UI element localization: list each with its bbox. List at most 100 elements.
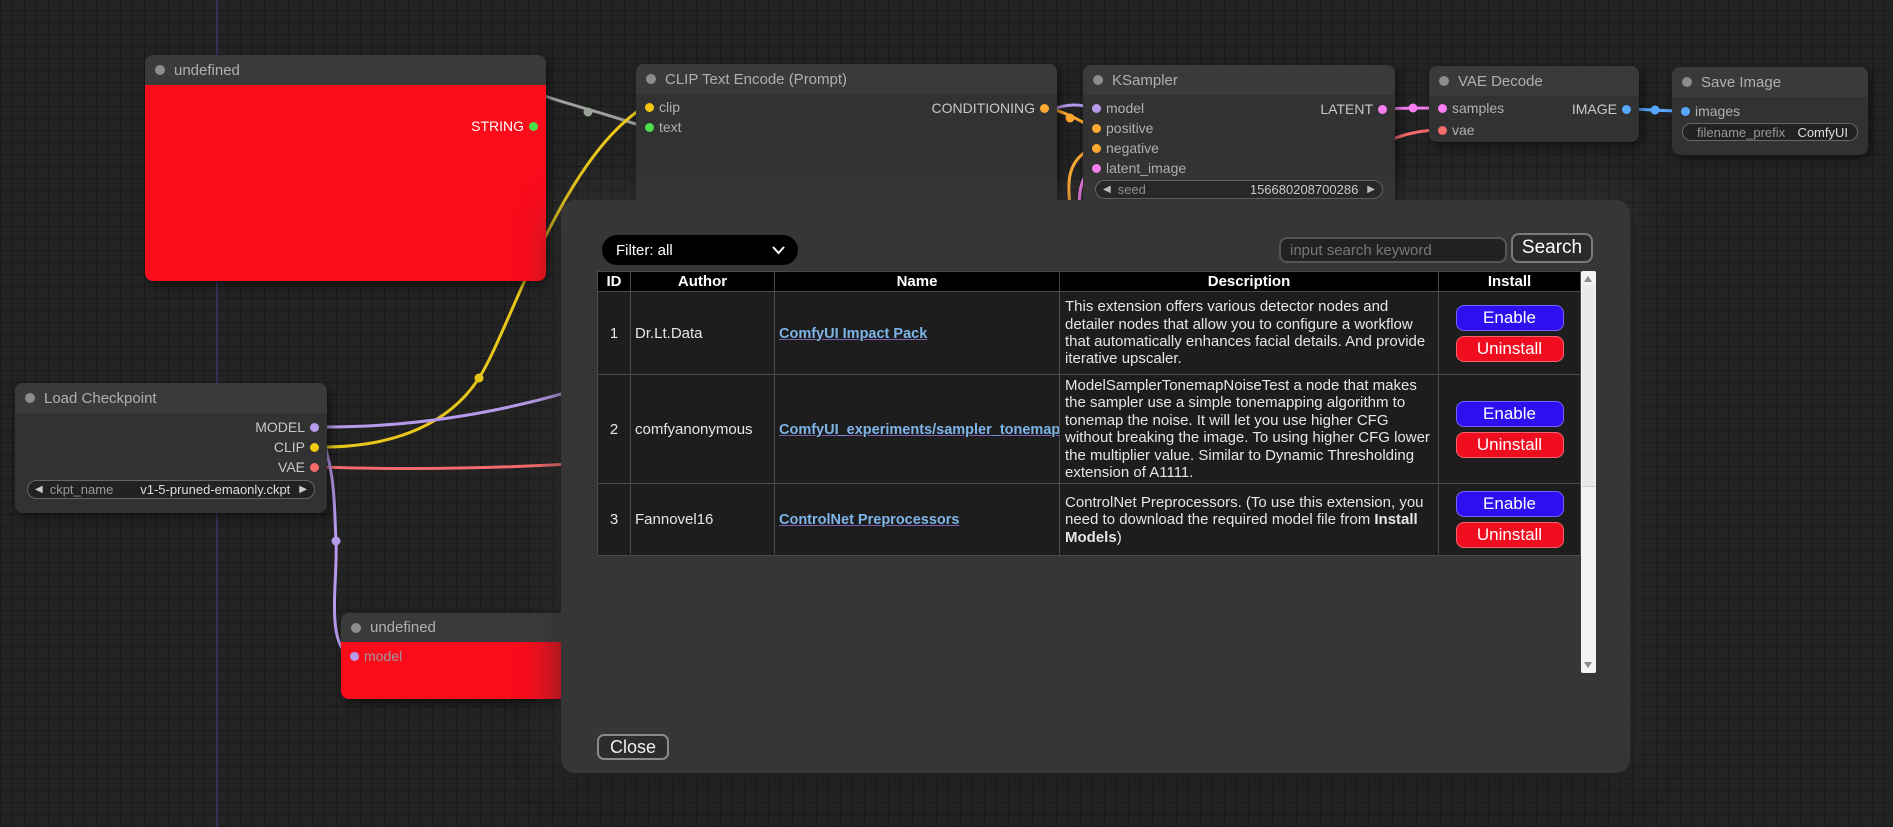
node-title-bar[interactable]: undefined xyxy=(145,55,546,85)
input-port-latent-image[interactable] xyxy=(1092,164,1101,173)
scroll-up-arrow-icon[interactable] xyxy=(1584,276,1592,282)
node-save-image[interactable]: Save Image images filename_prefix ComfyU… xyxy=(1672,67,1868,155)
extensions-table-body: 1Dr.Lt.DataComfyUI Impact PackThis exten… xyxy=(598,292,1581,556)
increment-arrow-icon[interactable]: ▶ xyxy=(299,484,307,495)
filter-select[interactable]: Filter: all xyxy=(602,235,798,265)
cell-name: ComfyUI_experiments/sampler_tonemap xyxy=(775,375,1060,484)
enable-button[interactable]: Enable xyxy=(1456,401,1564,427)
collapse-dot-icon[interactable] xyxy=(1682,77,1692,87)
node-ksampler[interactable]: KSampler model positive negative latent_… xyxy=(1083,65,1395,215)
collapse-dot-icon[interactable] xyxy=(1093,75,1103,85)
output-label: IMAGE xyxy=(1572,101,1617,117)
wire-string xyxy=(545,96,644,127)
header-author: Author xyxy=(631,272,775,292)
node-undefined-top[interactable]: undefined STRING xyxy=(145,55,546,281)
decrement-arrow-icon[interactable]: ◀ xyxy=(35,484,43,495)
node-load-checkpoint[interactable]: Load Checkpoint MODEL CLIP VAE ◀ ckpt_na… xyxy=(15,383,327,513)
output-port-conditioning[interactable] xyxy=(1040,104,1049,113)
collapse-dot-icon[interactable] xyxy=(25,393,35,403)
description-text: ) xyxy=(1117,529,1122,546)
wire-image-dot[interactable] xyxy=(1651,106,1660,115)
search-button[interactable]: Search xyxy=(1511,233,1593,263)
input-port-text[interactable] xyxy=(645,123,654,132)
collapse-dot-icon[interactable] xyxy=(351,623,361,633)
output-port-string[interactable] xyxy=(529,122,538,131)
node-title-bar[interactable]: Load Checkpoint xyxy=(15,383,327,413)
input-port-model[interactable] xyxy=(350,652,359,661)
description-text: This extension offers various detector n… xyxy=(1065,298,1425,367)
cell-id: 3 xyxy=(598,484,631,556)
uninstall-button[interactable]: Uninstall xyxy=(1456,522,1564,548)
decrement-arrow-icon[interactable]: ◀ xyxy=(1103,184,1111,195)
wire-string-dot[interactable] xyxy=(584,108,593,117)
node-title: CLIP Text Encode (Prompt) xyxy=(665,71,847,88)
header-install: Install xyxy=(1439,272,1581,292)
input-port-positive[interactable] xyxy=(1092,124,1101,133)
input-label: negative xyxy=(1106,140,1159,156)
input-port-vae[interactable] xyxy=(1438,126,1447,135)
output-port-clip[interactable] xyxy=(310,443,319,452)
node-title-bar[interactable]: CLIP Text Encode (Prompt) xyxy=(636,64,1057,94)
enable-button[interactable]: Enable xyxy=(1456,491,1564,517)
enable-button[interactable]: Enable xyxy=(1456,305,1564,331)
extension-row: 3Fannovel16ControlNet PreprocessorsContr… xyxy=(598,484,1581,556)
wire-latent-dot[interactable] xyxy=(1409,104,1418,113)
extension-link[interactable]: ControlNet Preprocessors xyxy=(779,512,960,528)
node-title-bar[interactable]: VAE Decode xyxy=(1429,66,1639,96)
node-title: VAE Decode xyxy=(1458,73,1543,90)
scrollbar-thumb[interactable] xyxy=(1582,285,1595,487)
wire-clip-dot[interactable] xyxy=(475,374,484,383)
input-label: text xyxy=(659,119,682,135)
node-title: KSampler xyxy=(1112,72,1178,89)
widget-value[interactable]: v1-5-pruned-emaonly.ckpt xyxy=(120,482,290,497)
output-port-latent[interactable] xyxy=(1378,105,1387,114)
node-title-bar[interactable]: Save Image xyxy=(1672,67,1868,97)
output-label: VAE xyxy=(278,459,305,475)
scroll-down-arrow-icon[interactable] xyxy=(1584,662,1592,668)
collapse-dot-icon[interactable] xyxy=(155,65,165,75)
uninstall-button[interactable]: Uninstall xyxy=(1456,336,1564,362)
widget-value[interactable]: 156680208700286 xyxy=(1153,182,1358,197)
filename-prefix-widget[interactable]: filename_prefix ComfyUI xyxy=(1682,123,1858,141)
node-vae-decode[interactable]: VAE Decode samples vae IMAGE xyxy=(1429,66,1639,142)
output-port-vae[interactable] xyxy=(310,463,319,472)
description-text: ControlNet Preprocessors. (To use this e… xyxy=(1065,494,1424,528)
input-port-images[interactable] xyxy=(1681,107,1690,116)
input-label: images xyxy=(1695,103,1740,119)
input-port-negative[interactable] xyxy=(1092,144,1101,153)
wire-model-dot[interactable] xyxy=(332,537,341,546)
cell-install: Enable Uninstall xyxy=(1439,292,1581,375)
ckpt-name-widget[interactable]: ◀ ckpt_name v1-5-pruned-emaonly.ckpt ▶ xyxy=(27,480,315,499)
table-scrollbar[interactable] xyxy=(1581,271,1596,673)
extensions-table: ID Author Name Description Install 1Dr.L… xyxy=(597,271,1581,556)
output-label: CLIP xyxy=(274,439,305,455)
cell-name: ComfyUI Impact Pack xyxy=(775,292,1060,375)
node-title-bar[interactable]: KSampler xyxy=(1083,65,1395,95)
wire-conditioning-dot[interactable] xyxy=(1066,114,1075,123)
uninstall-button[interactable]: Uninstall xyxy=(1456,432,1564,458)
widget-name: ckpt_name xyxy=(50,482,114,497)
cell-install: Enable Uninstall xyxy=(1439,375,1581,484)
seed-widget[interactable]: ◀ seed 156680208700286 ▶ xyxy=(1095,180,1383,199)
output-port-model[interactable] xyxy=(310,423,319,432)
close-button[interactable]: Close xyxy=(597,734,669,760)
header-name: Name xyxy=(775,272,1060,292)
widget-value[interactable]: ComfyUI xyxy=(1792,125,1848,140)
header-description: Description xyxy=(1060,272,1439,292)
collapse-dot-icon[interactable] xyxy=(646,74,656,84)
node-error-body: STRING xyxy=(145,85,546,281)
extension-row: 1Dr.Lt.DataComfyUI Impact PackThis exten… xyxy=(598,292,1581,375)
cell-id: 1 xyxy=(598,292,631,375)
input-label: vae xyxy=(1452,122,1475,138)
input-label: positive xyxy=(1106,120,1153,136)
extension-link[interactable]: ComfyUI_experiments/sampler_tonemap xyxy=(779,422,1060,438)
output-label: LATENT xyxy=(1320,101,1373,117)
output-port-image[interactable] xyxy=(1622,105,1631,114)
extensions-table-area: ID Author Name Description Install 1Dr.L… xyxy=(597,271,1596,673)
search-input[interactable] xyxy=(1279,237,1507,263)
node-title: Load Checkpoint xyxy=(44,390,157,407)
collapse-dot-icon[interactable] xyxy=(1439,76,1449,86)
increment-arrow-icon[interactable]: ▶ xyxy=(1367,184,1375,195)
table-header-row: ID Author Name Description Install xyxy=(598,272,1581,292)
extension-link[interactable]: ComfyUI Impact Pack xyxy=(779,326,927,342)
